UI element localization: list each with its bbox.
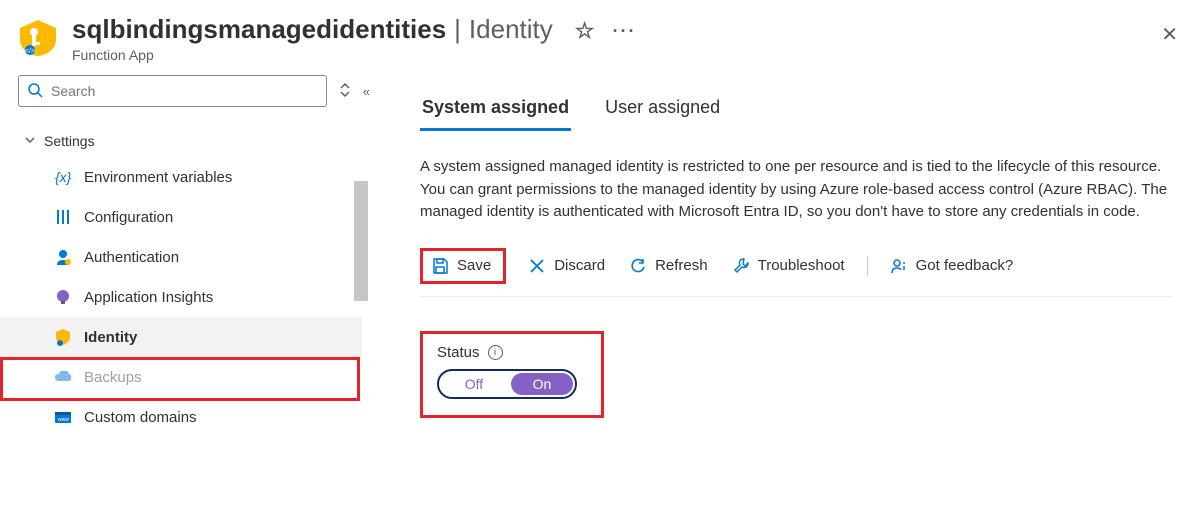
section-name: Identity [469,14,553,45]
sliders-icon [54,208,72,226]
key-shield-icon [54,328,72,346]
save-label: Save [457,257,491,274]
refresh-button[interactable]: Refresh [627,253,710,279]
page-title: sqlbindingsmanagedidentities | Identity … [72,14,1182,45]
nav-group-label: Settings [44,133,95,149]
resource-key-icon: </> [18,18,58,58]
variables-icon: {x} [54,168,72,186]
troubleshoot-label: Troubleshoot [758,257,845,274]
favorite-star-icon[interactable]: ☆ [575,18,595,44]
resource-name: sqlbindingsmanagedidentities [72,14,446,45]
sidebar-item-label: Identity [84,329,137,346]
sidebar-item-environment-variables[interactable]: {x} Environment variables [18,157,368,197]
search-input[interactable] [51,83,318,99]
sidebar-item-label: Environment variables [84,169,232,186]
discard-label: Discard [554,257,605,274]
sidebar-item-label: Backups [84,369,142,386]
nav-group-settings[interactable]: Settings [18,125,368,157]
sidebar-item-label: Application Insights [84,289,213,306]
tab-user-assigned[interactable]: User assigned [603,91,722,131]
sidebar-item-identity[interactable]: Identity [0,317,362,357]
tab-system-assigned[interactable]: System assigned [420,91,571,131]
sidebar-item-configuration[interactable]: Configuration [18,197,368,237]
sidebar-item-custom-domains[interactable]: www Custom domains [18,397,368,437]
sidebar-item-label: Authentication [84,249,179,266]
toolbar-separator [867,256,868,276]
save-icon [431,257,449,275]
sidebar-item-application-insights[interactable]: Application Insights [18,277,368,317]
svg-text:{x}: {x} [55,169,72,185]
toggle-off[interactable]: Off [439,371,509,397]
feedback-button[interactable]: Got feedback? [888,253,1016,279]
save-button[interactable]: Save [431,257,491,275]
highlight-box: Save [420,248,506,284]
expand-collapse-icon[interactable] [339,82,351,101]
lightbulb-icon [54,288,72,306]
status-label: Status [437,344,480,361]
refresh-icon [629,257,647,275]
highlight-box: Status i Off On [420,331,604,418]
title-separator: | [454,14,461,45]
collapse-sidebar-icon[interactable]: « [363,84,368,99]
discard-button[interactable]: Discard [526,253,607,279]
search-box[interactable] [18,75,327,107]
main-content: System assigned User assigned A system a… [368,71,1200,512]
troubleshoot-button[interactable]: Troubleshoot [730,253,847,279]
domain-icon: www [54,408,72,426]
svg-text:www: www [58,417,69,423]
person-key-icon [54,248,72,266]
feedback-person-icon [890,257,908,275]
feedback-label: Got feedback? [916,257,1014,274]
search-icon [27,82,43,101]
close-icon[interactable]: ✕ [1161,22,1178,47]
cloud-icon [54,368,72,386]
sidebar-item-authentication[interactable]: Authentication [18,237,368,277]
sidebar: « Settings {x} Environment variables Con… [0,71,368,512]
toolbar: Save Discard Refresh Troubleshoot Got fe… [420,248,1172,297]
wrench-icon [732,257,750,275]
identity-description: A system assigned managed identity is re… [420,156,1170,224]
refresh-label: Refresh [655,257,708,274]
info-icon[interactable]: i [488,345,503,360]
status-toggle[interactable]: Off On [437,369,577,399]
toggle-on[interactable]: On [511,373,573,395]
more-actions-icon[interactable]: ··· [612,21,636,42]
chevron-down-icon [24,134,36,149]
sidebar-item-label: Custom domains [84,409,197,426]
resource-type-label: Function App [72,47,1182,63]
sidebar-item-label: Configuration [84,209,173,226]
svg-text:</>: </> [25,48,35,55]
sidebar-item-backups[interactable]: Backups [18,357,368,397]
tab-strip: System assigned User assigned [420,91,1172,132]
scrollbar-thumb[interactable] [354,181,368,301]
discard-x-icon [528,257,546,275]
